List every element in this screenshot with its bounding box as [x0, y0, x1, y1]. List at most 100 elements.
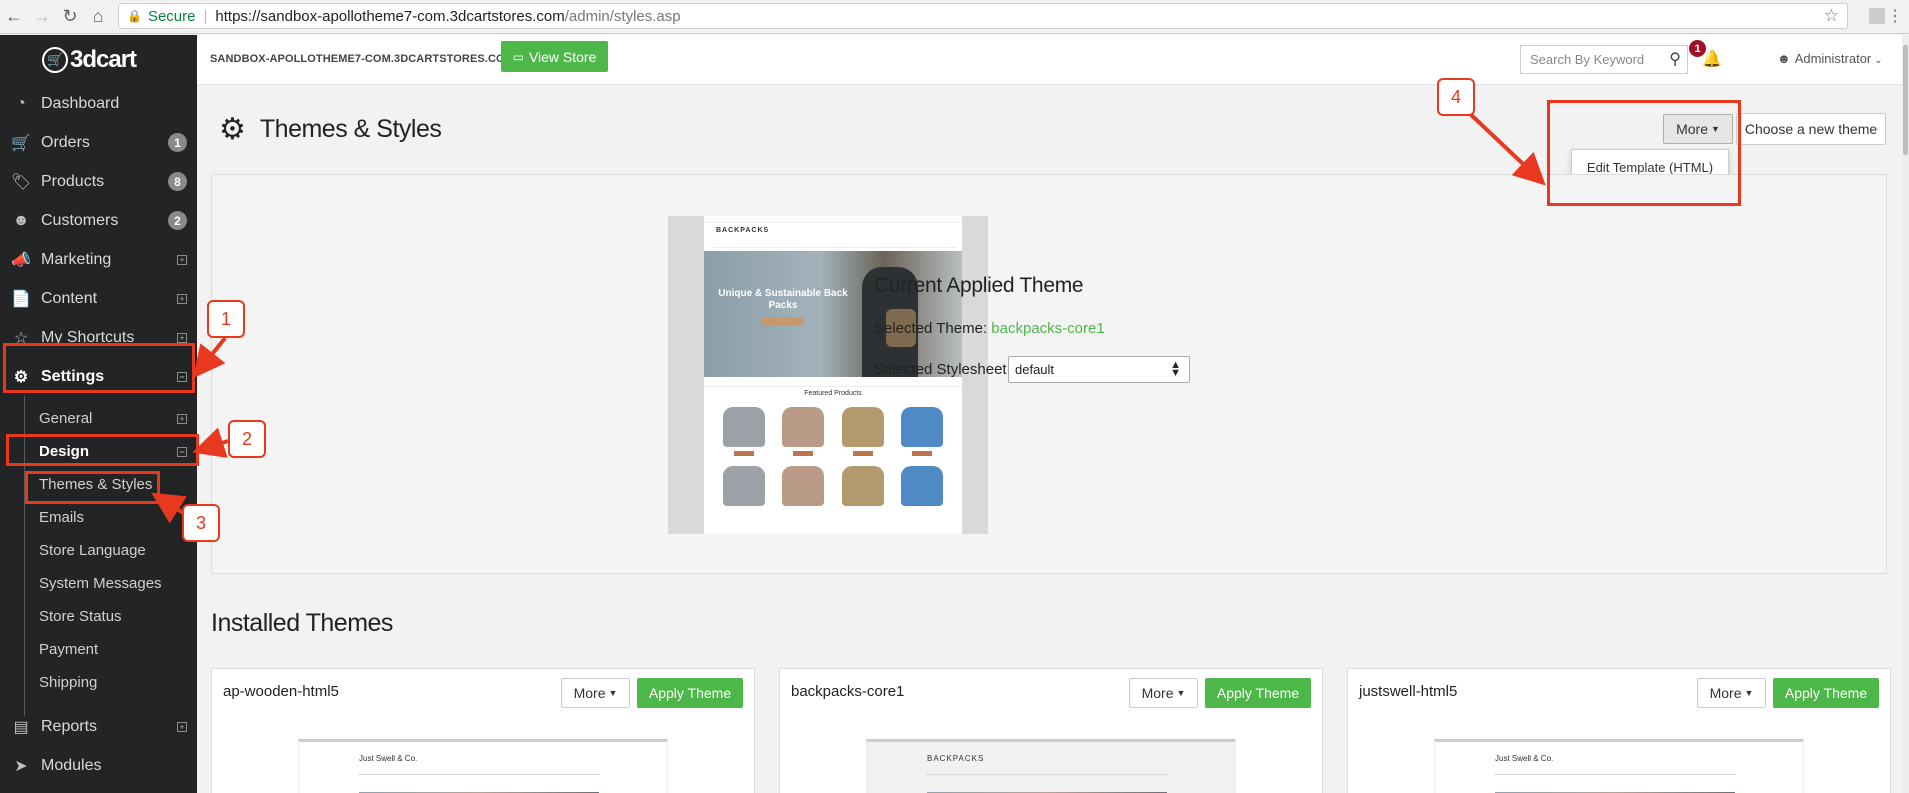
customers-badge: 2	[168, 211, 187, 230]
more-button[interactable]: More ▼	[561, 678, 630, 708]
expand-icon[interactable]: +	[177, 413, 187, 424]
bar-chart-icon: ▤	[13, 718, 29, 736]
extension-icon[interactable]	[1869, 8, 1885, 24]
tags-icon: 🏷	[10, 173, 32, 191]
annotation-1: 1	[207, 300, 245, 338]
sidebar: 🛒 3dcart ◔ Dashboard 🛒 Orders 1 🏷 Produc…	[0, 35, 197, 793]
expand-icon[interactable]: +	[177, 254, 187, 265]
user-menu[interactable]: ☻ Administrator ⌄	[1777, 51, 1883, 66]
top-header: SANDBOX-APOLLOTHEME7-COM.3DCARTSTORES.CO…	[197, 35, 1909, 85]
preview-logo: BACKPACKS	[716, 227, 770, 234]
logo[interactable]: 🛒 3dcart	[0, 35, 197, 85]
gears-icon: ⚙	[219, 113, 246, 146]
monitor-icon: ▭	[512, 49, 524, 64]
caret-down-icon: ▼	[1744, 688, 1754, 698]
user-icon: ☻	[12, 211, 30, 229]
apply-theme-button[interactable]: Apply Theme	[1773, 678, 1879, 708]
caret-down-icon: ▼	[1176, 688, 1186, 698]
megaphone-icon: 📣	[11, 251, 31, 269]
current-theme-panel: BACKPACKS Unique & Sustainable Back Pack…	[211, 174, 1887, 574]
cart-logo-icon: 🛒	[42, 47, 68, 73]
sidebar-item-dashboard[interactable]: ◔ Dashboard	[0, 84, 197, 123]
home-icon[interactable]: ⌂	[84, 3, 112, 31]
current-theme-title: Current Applied Theme	[874, 274, 1084, 297]
annotation-box-settings	[3, 343, 195, 393]
dashboard-icon: ◔	[16, 94, 26, 112]
sidebar-emails[interactable]: Emails	[0, 501, 197, 534]
more-button[interactable]: More ▼	[1129, 678, 1198, 708]
browser-menu-icon[interactable]: ⋮	[1887, 6, 1903, 26]
preview-hero: Unique & Sustainable Back Packs	[704, 251, 962, 377]
search-icon[interactable]: ⚲	[1669, 49, 1681, 69]
page-title: Themes & Styles	[259, 115, 442, 143]
products-badge: 8	[168, 172, 187, 191]
chevron-down-icon: ⌄	[1874, 55, 1883, 66]
selected-theme-value: backpacks-core1	[991, 320, 1105, 337]
apply-theme-button[interactable]: Apply Theme	[637, 678, 743, 708]
orders-badge: 1	[168, 133, 187, 152]
secure-label: Secure	[147, 7, 196, 25]
installed-themes-title: Installed Themes	[211, 609, 393, 637]
theme-thumbnail[interactable]: Just Swell & Co.	[1434, 739, 1804, 793]
rocket-icon: ➤	[14, 757, 28, 775]
page-header: ⚙ Themes & Styles	[219, 112, 442, 147]
theme-thumbnail[interactable]: Just Swell & Co.	[298, 739, 668, 793]
url-path: /admin/styles.asp	[564, 7, 681, 25]
lock-icon: 🔒	[127, 9, 142, 23]
notification-badge: 1	[1689, 40, 1706, 57]
sidebar-item-modules[interactable]: ➤ Modules	[0, 746, 197, 785]
theme-name: backpacks-core1	[791, 683, 905, 700]
annotation-box-design	[6, 434, 199, 466]
preview-featured: Featured Products	[704, 386, 962, 397]
apply-theme-button[interactable]: Apply Theme	[1205, 678, 1311, 708]
reload-icon[interactable]: ↻	[56, 3, 84, 31]
sidebar-store-status[interactable]: Store Status	[0, 600, 197, 633]
stylesheet-select[interactable]: default ▲ ▼	[1008, 356, 1190, 383]
browser-toolbar: ← → ↻ ⌂ 🔒 Secure | https://sandbox-apoll…	[0, 0, 1909, 34]
theme-name: justswell-html5	[1359, 683, 1458, 700]
cart-icon: 🛒	[11, 134, 31, 152]
back-icon[interactable]: ←	[0, 3, 28, 31]
scrollbar-thumb[interactable]	[1903, 45, 1908, 155]
theme-name: ap-wooden-html5	[223, 683, 339, 700]
store-name: SANDBOX-APOLLOTHEME7-COM.3DCARTSTORES.CO…	[210, 53, 514, 65]
sidebar-system-messages[interactable]: System Messages	[0, 567, 197, 600]
theme-card: ap-wooden-html5 More ▼ Apply Theme Just S…	[211, 668, 755, 793]
forward-icon[interactable]: →	[28, 3, 56, 31]
expand-icon[interactable]: +	[177, 332, 187, 343]
theme-card: justswell-html5 More ▼ Apply Theme Just S…	[1347, 668, 1891, 793]
annotation-box-themes	[25, 471, 160, 504]
caret-down-icon: ▼	[608, 688, 618, 698]
expand-icon[interactable]: +	[177, 293, 187, 304]
selected-theme: Selected Theme: backpacks-core1	[874, 320, 1105, 337]
select-arrows-icon: ▲ ▼	[1170, 359, 1181, 379]
bookmark-star-icon[interactable]: ☆	[1824, 6, 1839, 26]
expand-icon[interactable]: +	[177, 721, 187, 732]
preview-hero-text: Unique & Sustainable Back Packs	[718, 288, 848, 311]
url-host: https://sandbox-apollotheme7-com.3dcarts…	[215, 7, 565, 25]
sidebar-shipping[interactable]: Shipping	[0, 666, 197, 699]
annotation-3: 3	[182, 504, 220, 542]
more-button[interactable]: More ▼	[1697, 678, 1766, 708]
selected-stylesheet-label: Selected Stylesheet:	[874, 361, 1011, 378]
sidebar-item-customers[interactable]: ☻ Customers 2	[0, 201, 197, 240]
user-icon: ☻	[1777, 51, 1791, 66]
sidebar-item-products[interactable]: 🏷 Products 8	[0, 162, 197, 201]
address-bar[interactable]: 🔒 Secure | https://sandbox-apollotheme7-…	[118, 3, 1848, 29]
search-input[interactable]: Search By Keyword ⚲	[1520, 45, 1688, 74]
sidebar-payment[interactable]: Payment	[0, 633, 197, 666]
annotation-4: 4	[1437, 78, 1475, 116]
sidebar-item-content[interactable]: 📄 Content +	[0, 279, 197, 318]
sidebar-item-reports[interactable]: ▤ Reports +	[0, 707, 197, 746]
sidebar-item-marketing[interactable]: 📣 Marketing +	[0, 240, 197, 279]
view-store-button[interactable]: ▭ View Store	[501, 41, 608, 72]
theme-thumbnail[interactable]: BACKPACKS	[866, 739, 1236, 793]
choose-theme-button[interactable]: Choose a new theme	[1736, 113, 1886, 145]
annotation-box-more	[1547, 100, 1741, 206]
scrollbar[interactable]	[1902, 35, 1909, 793]
sidebar-sub-general[interactable]: General +	[0, 402, 197, 435]
theme-card: backpacks-core1 More ▼ Apply Theme BACKPA…	[779, 668, 1323, 793]
annotation-2: 2	[228, 420, 266, 458]
sidebar-item-orders[interactable]: 🛒 Orders 1	[0, 123, 197, 162]
sidebar-store-language[interactable]: Store Language	[0, 534, 197, 567]
